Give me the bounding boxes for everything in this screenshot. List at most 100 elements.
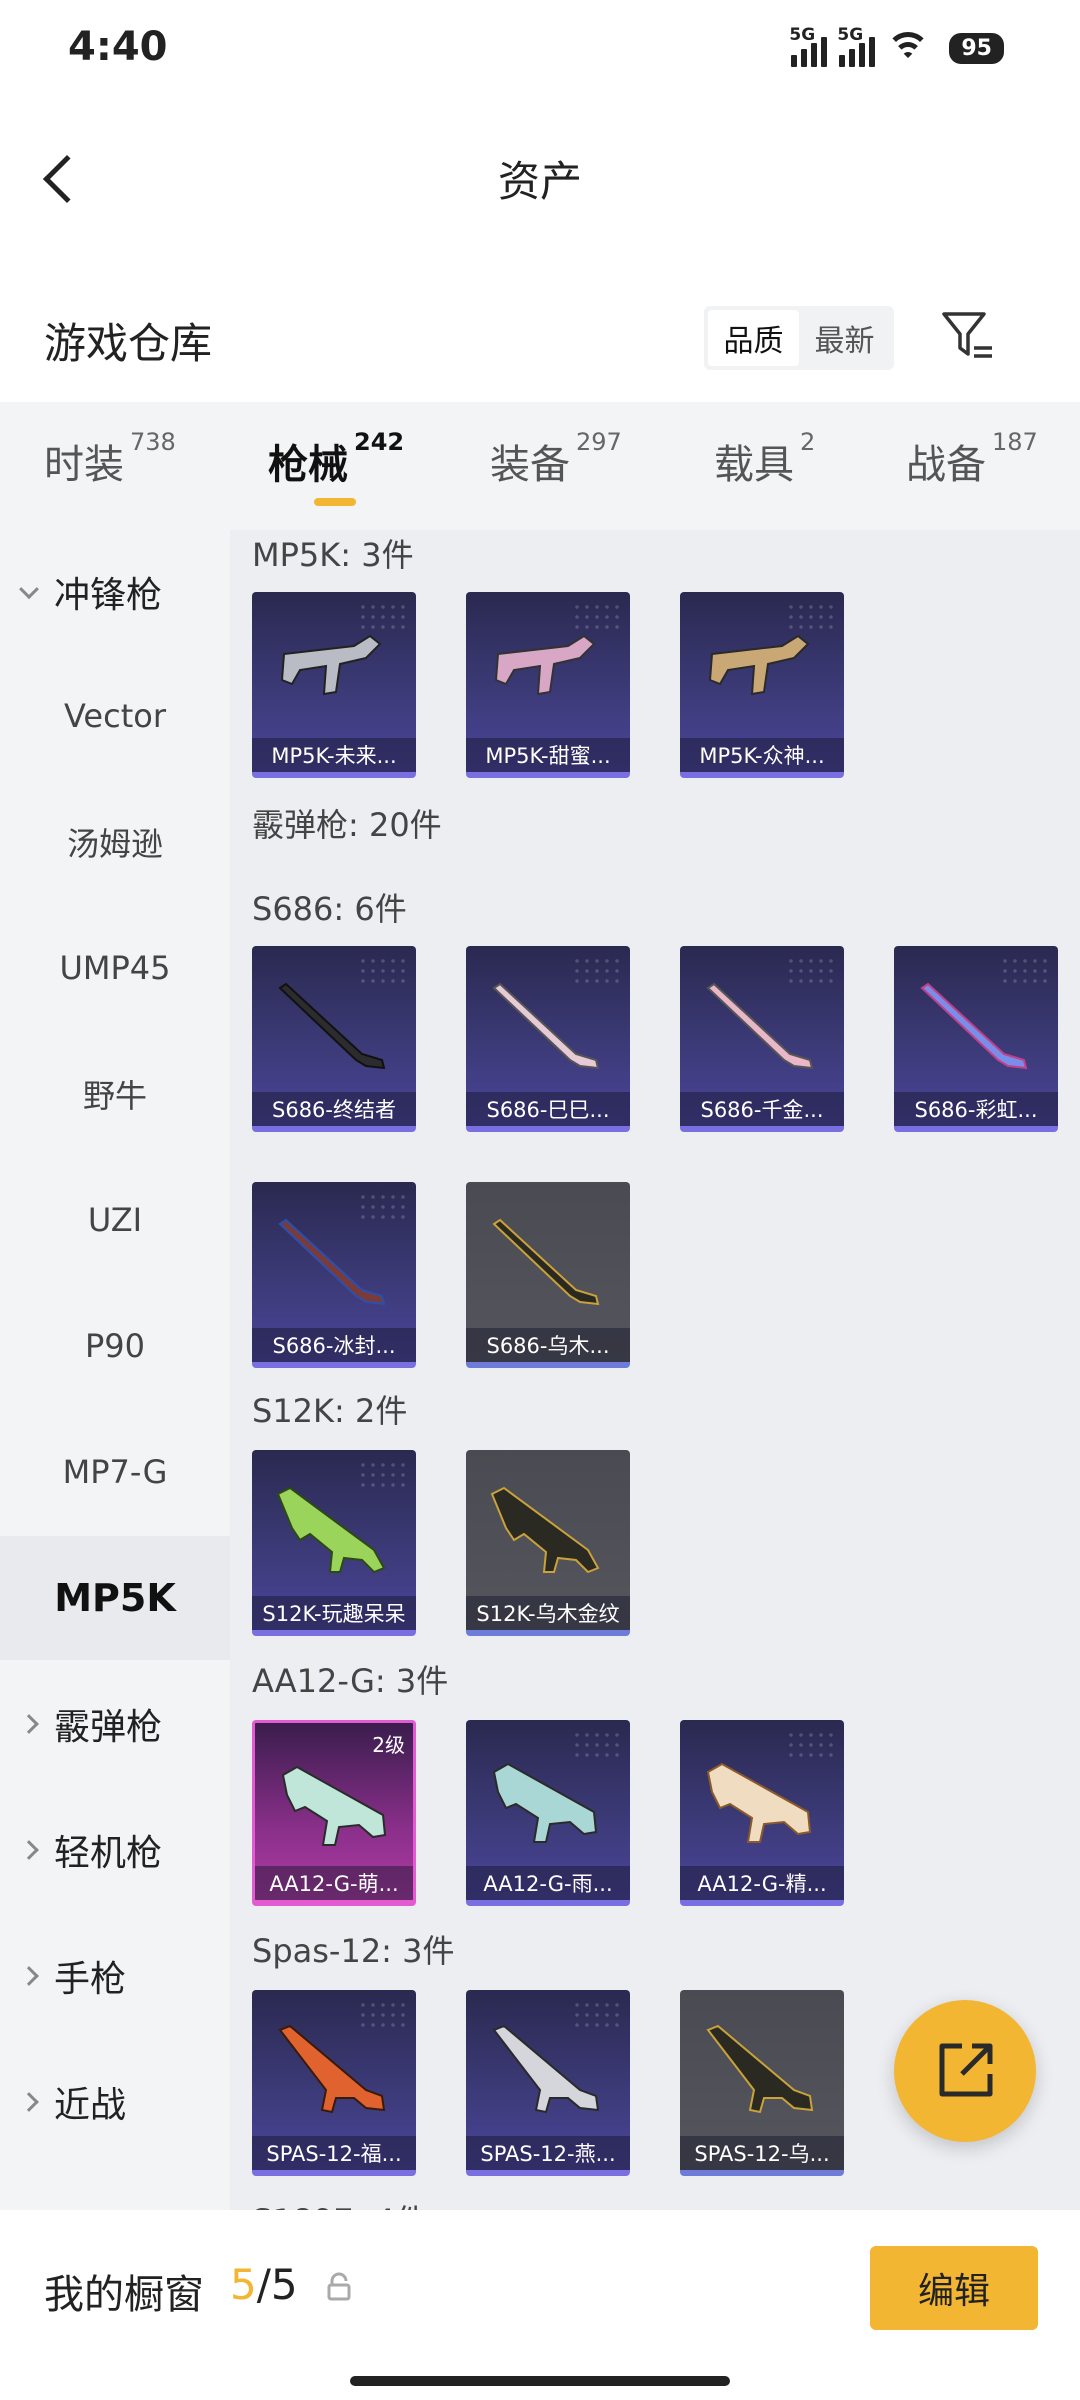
chevron-right-icon [19, 1840, 39, 1860]
item-name: SPAS-12-燕... [466, 2136, 630, 2170]
edit-button[interactable]: 编辑 [870, 2246, 1038, 2330]
item-name: S686-终结者 [252, 1092, 416, 1126]
item-card[interactable]: S686-千金... [680, 946, 844, 1132]
rifle-icon [492, 1762, 598, 1843]
tab-equipment[interactable]: 装备 297 [490, 428, 622, 490]
sidebar-item-p90[interactable]: P90 [0, 1284, 230, 1408]
item-name: S686-乌木... [466, 1328, 630, 1362]
item-card[interactable]: MP5K-未来... [252, 592, 416, 778]
sidebar-item-label: 霰弹枪 [54, 1707, 163, 1748]
sidebar-group-melee[interactable]: 近战 [0, 2040, 230, 2164]
sidebar-item-label: 手枪 [54, 1959, 127, 2000]
sidebar-item-label: UZI [87, 1201, 143, 1239]
sidebar-item-bizon[interactable]: 野牛 [0, 1032, 230, 1156]
battery-icon: 95 [949, 32, 1004, 64]
smg-icon [494, 634, 596, 696]
showcase-label: 我的橱窗 [44, 2272, 204, 2318]
tab-count: 187 [992, 428, 1038, 456]
tab-vehicles[interactable]: 载具 2 [714, 428, 815, 490]
item-name: MP5K-众神... [680, 738, 844, 772]
item-card[interactable]: SPAS-12-福... [252, 1990, 416, 2176]
tab-firearms[interactable]: 枪械 242 [268, 428, 404, 490]
rifle-icon [706, 1762, 812, 1843]
home-indicator [350, 2376, 730, 2386]
sidebar-group-smg[interactable]: 冲锋枪 [0, 530, 230, 654]
shotgun-icon [920, 982, 1028, 1070]
item-card[interactable]: S12K-玩趣呆呆 [252, 1450, 416, 1636]
group-label-s686: S686: 6件 [252, 890, 407, 928]
item-name: AA12-G-精... [680, 1866, 844, 1900]
tab-label: 载具 [714, 442, 794, 488]
share-button[interactable] [894, 2000, 1036, 2142]
sort-newest-button[interactable]: 最新 [799, 310, 890, 366]
sidebar-item-thompson[interactable]: 汤姆逊 [0, 780, 230, 904]
status-bar: 4:40 5G 5G 95 [0, 0, 1080, 100]
showcase-used: 5 [230, 2260, 257, 2309]
sidebar-item-uzi[interactable]: UZI [0, 1158, 230, 1282]
sidebar-group-pistol[interactable]: 手枪 [0, 1914, 230, 2038]
item-card[interactable]: SPAS-12-燕... [466, 1990, 630, 2176]
item-name: SPAS-12-福... [252, 2136, 416, 2170]
item-card[interactable]: S686-乌木... [466, 1182, 630, 1368]
tab-label: 时装 [44, 442, 124, 488]
item-name: AA12-G-萌... [255, 1866, 413, 1900]
item-card[interactable]: AA12-G-雨... [466, 1720, 630, 1906]
item-card[interactable]: SPAS-12-乌... [680, 1990, 844, 2176]
item-name: MP5K-未来... [252, 738, 416, 772]
item-card[interactable]: AA12-G-精... [680, 1720, 844, 1906]
item-card[interactable]: S686-巳巳... [466, 946, 630, 1132]
item-card[interactable]: 2级 AA12-G-萌... [252, 1720, 416, 1906]
signal-icon: 5G [789, 25, 828, 67]
item-name: S686-冰封... [252, 1328, 416, 1362]
rifle-icon [490, 1486, 600, 1574]
item-card[interactable]: S12K-乌木金纹 [466, 1450, 630, 1636]
sidebar-item-label: UMP45 [59, 949, 171, 987]
showcase-bar: 我的橱窗 5/5 编辑 [0, 2210, 1080, 2400]
item-name: MP5K-甜蜜... [466, 738, 630, 772]
sidebar-item-label: MP7-G [62, 1453, 168, 1491]
tab-count: 2 [800, 428, 816, 456]
sort-quality-button[interactable]: 品质 [708, 310, 799, 366]
tab-supplies[interactable]: 战备 187 [906, 428, 1038, 490]
lock-icon [326, 2272, 352, 2302]
category-tabs: 时装 738 枪械 242 装备 297 载具 2 战备 187 [0, 402, 1080, 530]
sidebar-item-mp7g[interactable]: MP7-G [0, 1410, 230, 1534]
item-name: SPAS-12-乌... [680, 2136, 844, 2170]
item-card[interactable]: MP5K-甜蜜... [466, 592, 630, 778]
wifi-icon [885, 28, 931, 68]
sidebar-item-vector[interactable]: Vector [0, 654, 230, 778]
shotgun-icon [706, 982, 814, 1070]
signal-5g-label-2: 5G [837, 25, 864, 45]
shotgun-icon [492, 2024, 600, 2114]
signal-icon-2: 5G [837, 25, 876, 67]
item-name: S12K-乌木金纹 [466, 1596, 630, 1630]
tab-count: 242 [354, 428, 405, 456]
sidebar-group-lmg[interactable]: 轻机枪 [0, 1788, 230, 1912]
item-card[interactable]: S686-终结者 [252, 946, 416, 1132]
chevron-down-icon [19, 579, 39, 600]
filter-button[interactable] [940, 308, 996, 364]
sidebar-group-shotgun[interactable]: 霰弹枪 [0, 1662, 230, 1786]
sidebar-item-mp5k[interactable]: MP5K [0, 1536, 230, 1660]
item-grid: MP5K: 3件 MP5K-未来... MP5K-甜蜜... MP5K-众神..… [230, 530, 1080, 2210]
status-icons: 5G 5G 95 [789, 25, 1004, 68]
rifle-icon [281, 1765, 387, 1846]
group-label-s12k: S12K: 2件 [252, 1392, 408, 1430]
shotgun-icon [278, 1218, 386, 1306]
item-card[interactable]: MP5K-众神... [680, 592, 844, 778]
sidebar-item-label: 轻机枪 [54, 1833, 163, 1874]
showcase-count: 5/5 [230, 2260, 298, 2309]
smg-icon [280, 634, 382, 696]
item-name: S686-千金... [680, 1092, 844, 1126]
sidebar-item-ump45[interactable]: UMP45 [0, 906, 230, 1030]
item-name: S12K-玩趣呆呆 [252, 1596, 416, 1630]
item-card[interactable]: S686-彩虹... [894, 946, 1058, 1132]
sidebar-item-label: Vector [64, 697, 166, 735]
item-card[interactable]: S686-冰封... [252, 1182, 416, 1368]
tab-active-indicator [314, 498, 356, 506]
group-label-mp5k: MP5K: 3件 [252, 536, 414, 574]
tab-fashion[interactable]: 时装 738 [44, 428, 176, 490]
tab-label: 战备 [906, 442, 986, 488]
filter-icon [942, 312, 992, 358]
chevron-right-icon [19, 2092, 39, 2112]
